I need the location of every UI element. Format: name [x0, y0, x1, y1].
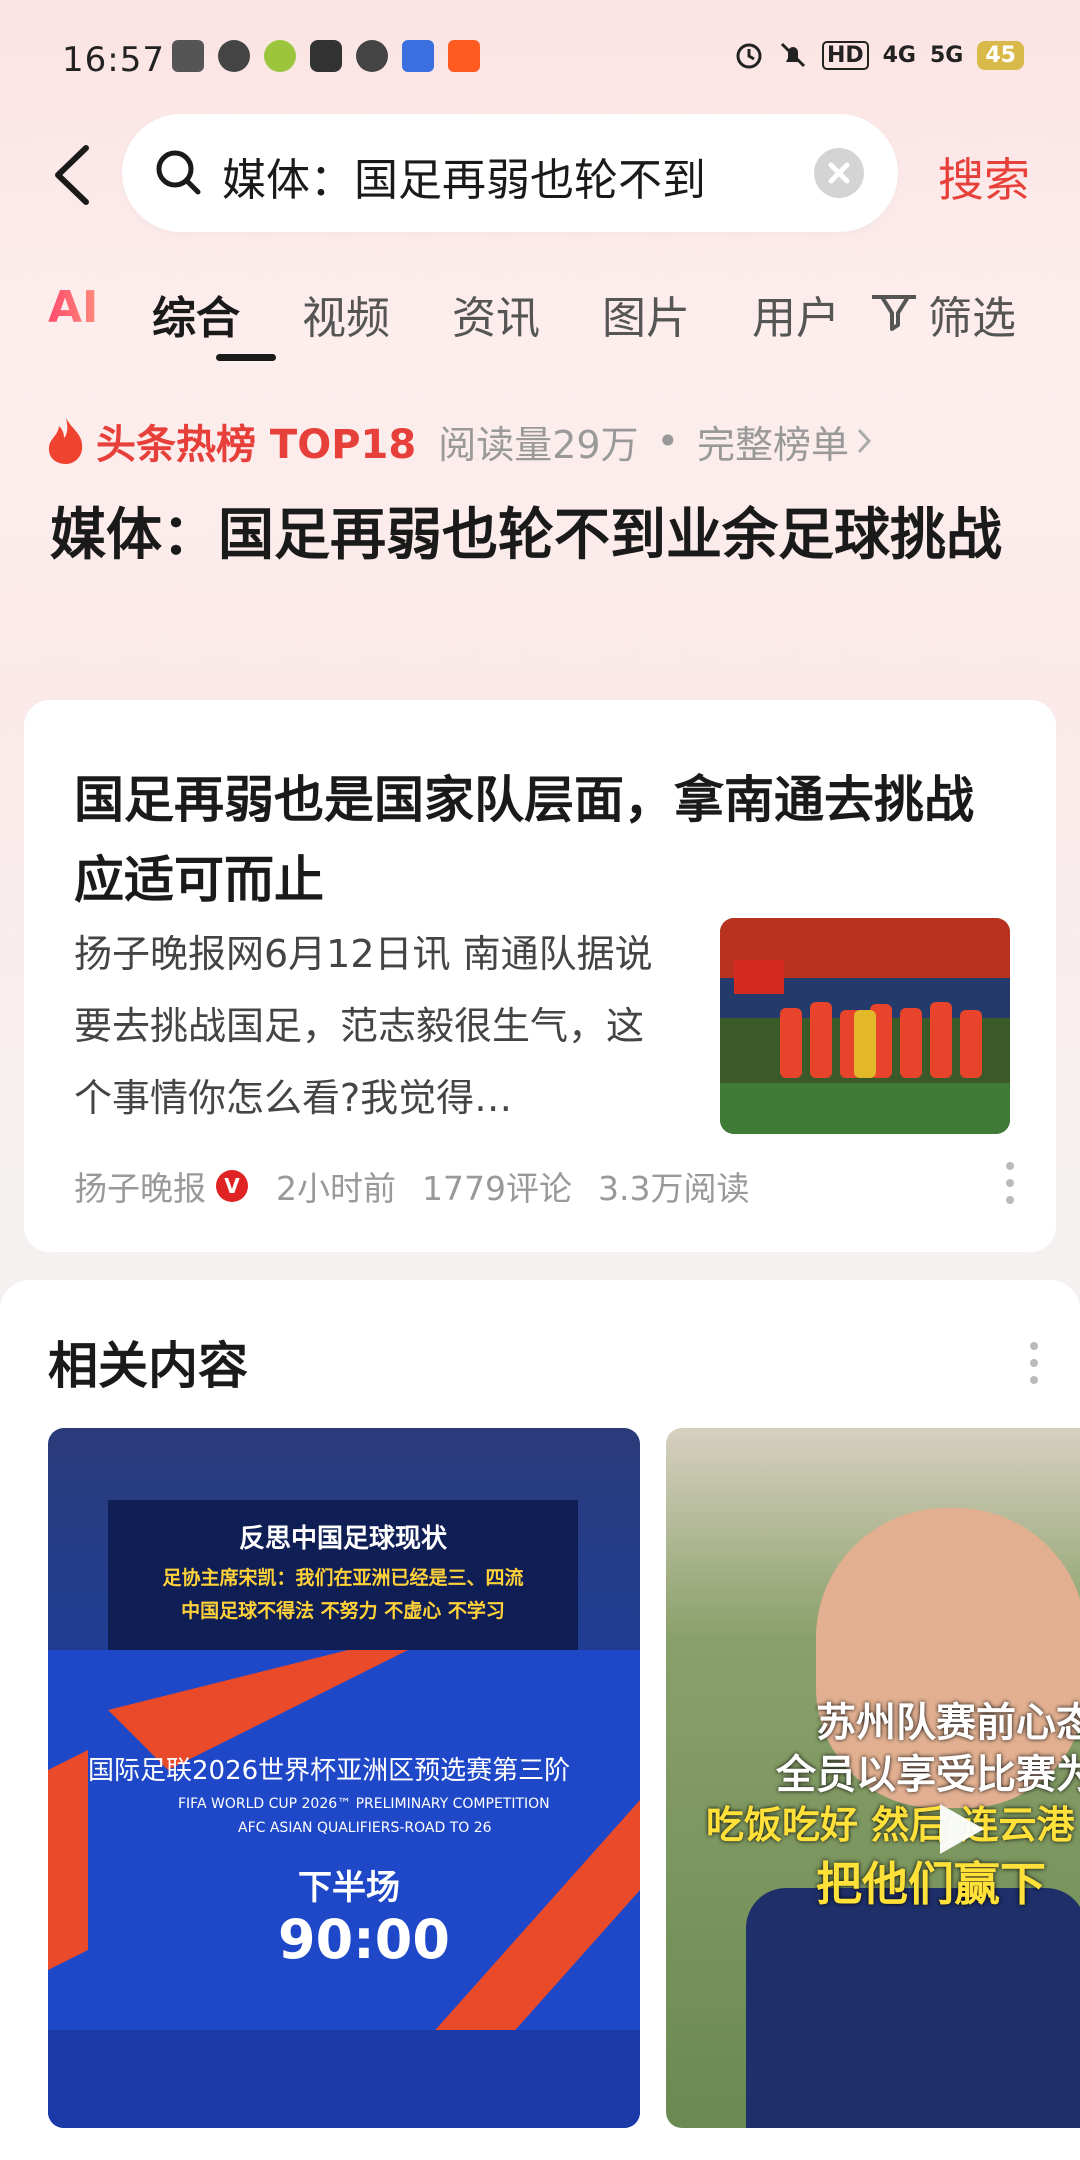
verified-badge: V	[216, 1170, 248, 1202]
search-button[interactable]: 搜索	[938, 144, 1030, 210]
toutiao-icon	[172, 40, 204, 72]
chevron-right-icon	[857, 428, 872, 454]
tab-images[interactable]: 图片	[602, 282, 690, 346]
flame-icon	[48, 418, 83, 464]
team-photo-image	[720, 918, 1010, 1134]
tab-ai[interactable]: AI	[48, 282, 98, 333]
hot-list-title: 头条热榜 TOP18	[96, 422, 417, 468]
play-icon	[940, 1804, 984, 1854]
video-icon	[310, 40, 342, 72]
related-title: 相关内容	[48, 1337, 248, 1395]
tab-bar: AI 综合 视频 资讯 图片 用户 筛选	[48, 282, 1080, 362]
status-right-icons: HD 4G 5G 45	[734, 40, 1024, 70]
back-button[interactable]	[48, 140, 98, 210]
scoreboard-title: 国际足联2026世界杯亚洲区预选赛第三阶	[88, 1756, 571, 1786]
article-card[interactable]: 国足再弱也是国家队层面，拿南通去挑战应适可而止 扬子晚报网6月12日讯 南通队据…	[24, 700, 1056, 1252]
taobao-icon	[448, 40, 480, 72]
related-section: 相关内容 反思中国足球现状 足协主席宋凯：我们在亚洲已经是三、四流 中国足球不得…	[0, 1280, 1080, 2160]
article-comments: 1779评论	[422, 1169, 572, 1208]
related-video-card-2[interactable]: 苏州队赛前心态 全员以享受比赛为 吃饭吃好 然后 连云港 把他们赢下	[666, 1428, 1080, 2128]
caption-line-2: 足协主席宋凯：我们在亚洲已经是三、四流	[162, 1567, 524, 1589]
app-icon	[264, 40, 296, 72]
hot-headline[interactable]: 媒体：国足再弱也轮不到业余足球挑战	[50, 494, 1030, 578]
hot-list-row[interactable]: 头条热榜 TOP18 阅读量29万 • 完整榜单	[46, 412, 877, 470]
alarm-icon	[736, 43, 762, 69]
related-video-card-1[interactable]: 反思中国足球现状 足协主席宋凯：我们在亚洲已经是三、四流 中国足球不得法 不努力…	[48, 1428, 640, 2128]
status-app-icons	[172, 40, 480, 72]
caption-line-3: 中国足球不得法 不努力 不虚心 不学习	[181, 1600, 505, 1622]
article-meta: 扬子晚报 V 2小时前 1779评论 3.3万阅读	[74, 1162, 749, 1210]
mute-icon	[780, 42, 805, 68]
play-button[interactable]	[922, 1794, 992, 1864]
caption-line-1: 反思中国足球现状	[238, 1524, 447, 1554]
hot-read-count: 阅读量29万	[438, 422, 639, 467]
tab-comprehensive[interactable]: 综合	[152, 282, 240, 346]
filter-icon	[872, 295, 916, 331]
tab-video[interactable]: 视频	[302, 282, 390, 346]
overlay-text-1: 苏州队赛前心态	[816, 1700, 1080, 1746]
article-excerpt: 扬子晚报网6月12日讯 南通队据说要去挑战国足，范志毅很生气，这个事情你怎么看?…	[74, 932, 653, 1120]
filter-button[interactable]: 筛选	[868, 282, 1016, 346]
search-icon	[156, 150, 201, 195]
tab-users[interactable]: 用户	[752, 282, 840, 346]
clear-search-button[interactable]	[814, 148, 864, 198]
article-thumbnail[interactable]	[720, 918, 1010, 1134]
wechat-icon	[218, 40, 250, 72]
full-list-link[interactable]: 完整榜单	[697, 414, 849, 469]
article-time: 2小时前	[276, 1169, 396, 1208]
status-time: 16:57	[62, 40, 165, 80]
scoreboard-subtitle-1: FIFA WORLD CUP 2026™ PRELIMINARY COMPETI…	[178, 1796, 550, 1812]
search-input[interactable]: 媒体：国足再弱也轮不到业余	[222, 144, 702, 208]
close-icon	[828, 162, 850, 184]
overlay-text-2: 全员以享受比赛为	[776, 1752, 1080, 1798]
search-box[interactable]: 媒体：国足再弱也轮不到业余	[122, 114, 898, 232]
link-icon	[356, 40, 388, 72]
person-jersey	[746, 1888, 1080, 2128]
overlay-text-3: 吃饭吃好 然后 连云港	[706, 1803, 1075, 1847]
more-options-icon[interactable]	[1004, 1160, 1016, 1206]
article-reads: 3.3万阅读	[597, 1169, 750, 1208]
scoreboard-clock: 90:00	[278, 1908, 450, 1971]
active-tab-indicator	[216, 354, 276, 361]
signal-5g-icon: 5G	[930, 42, 964, 68]
baidu-icon	[402, 40, 434, 72]
signal-4g-icon: 4G	[882, 42, 916, 68]
back-icon	[55, 145, 89, 205]
article-source[interactable]: 扬子晚报	[74, 1162, 206, 1210]
hot-separator: •	[656, 419, 679, 463]
tab-news[interactable]: 资讯	[452, 282, 540, 346]
hd-icon: HD	[821, 40, 869, 70]
battery-indicator: 45	[977, 40, 1024, 70]
scoreboard-half: 下半场	[298, 1868, 400, 1908]
video-caption-box: 反思中国足球现状 足协主席宋凯：我们在亚洲已经是三、四流 中国足球不得法 不努力…	[108, 1500, 578, 1650]
filter-label: 筛选	[928, 293, 1016, 344]
related-more-icon[interactable]	[1028, 1340, 1040, 1386]
article-title[interactable]: 国足再弱也是国家队层面，拿南通去挑战应适可而止	[74, 760, 1014, 920]
scoreboard-subtitle-2: AFC ASIAN QUALIFIERS-ROAD TO 26	[238, 1820, 492, 1836]
